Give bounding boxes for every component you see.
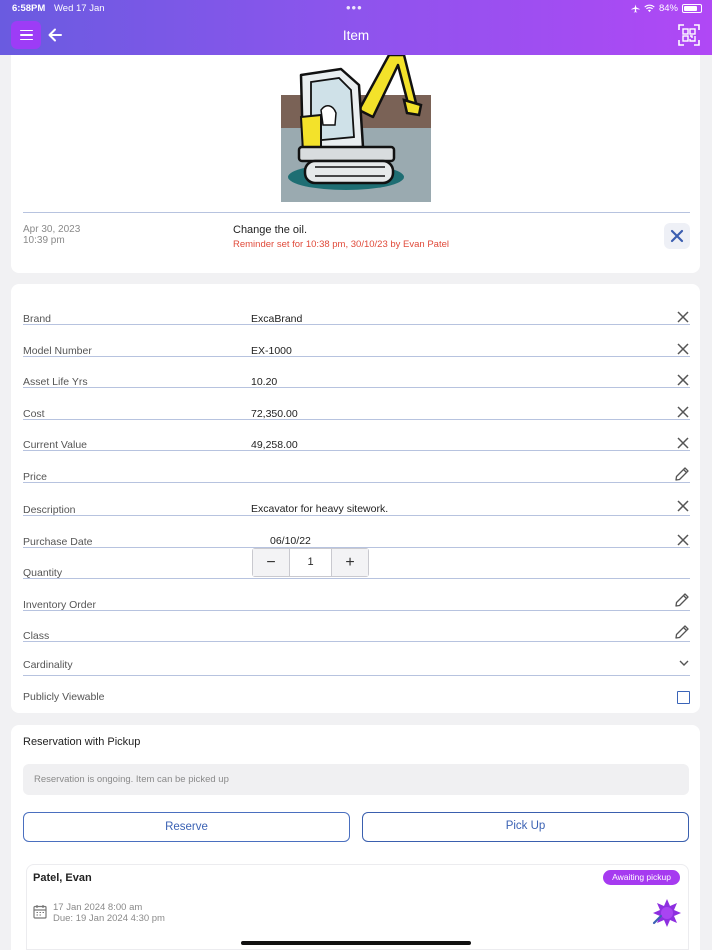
multitasking-dots[interactable]: ••• xyxy=(346,0,363,15)
airplane-icon xyxy=(631,4,640,13)
field-label: Asset Life Yrs xyxy=(23,376,88,388)
field-label: Class xyxy=(23,630,50,642)
battery-icon xyxy=(682,4,702,13)
field-asset-life: Asset Life Yrs 10.20 xyxy=(23,367,690,388)
page-title: Item xyxy=(342,28,370,43)
field-value[interactable]: 06/10/22 xyxy=(270,535,311,547)
status-date: Wed 17 Jan xyxy=(54,3,105,14)
field-label: Inventory Order xyxy=(23,599,96,611)
note-reminder: Reminder set for 10:38 pm, 30/10/23 by E… xyxy=(233,239,449,250)
wifi-icon xyxy=(644,4,655,13)
reservation-dates: 17 Jan 2024 8:00 am Due: 19 Jan 2024 4:3… xyxy=(53,902,165,924)
reservation-name: Patel, Evan xyxy=(33,872,92,884)
field-value[interactable]: 49,258.00 xyxy=(251,439,298,451)
increment-button[interactable]: + xyxy=(332,549,368,576)
reservation-start: 17 Jan 2024 8:00 am xyxy=(53,902,143,913)
field-cost: Cost 72,350.00 xyxy=(23,399,690,420)
publicly-viewable-checkbox[interactable] xyxy=(677,691,690,704)
reserve-button[interactable]: Reserve xyxy=(23,812,350,842)
note-date: Apr 30, 2023 10:39 pm xyxy=(23,224,80,246)
battery-level xyxy=(684,6,698,11)
reservation-due: Due: 19 Jan 2024 4:30 pm xyxy=(53,913,165,924)
note-row: Apr 30, 2023 10:39 pm Change the oil. Re… xyxy=(23,212,690,262)
field-label: Cardinality xyxy=(23,659,73,671)
clear-icon[interactable] xyxy=(676,405,690,419)
field-cardinality[interactable]: Cardinality xyxy=(23,650,690,676)
field-label: Current Value xyxy=(23,439,88,451)
field-inventory-order: Inventory Order xyxy=(23,588,690,611)
clear-icon[interactable] xyxy=(676,310,690,324)
field-publicly-viewable: Publicly Viewable xyxy=(23,684,690,710)
clear-icon[interactable] xyxy=(676,373,690,387)
field-label: Publicly Viewable xyxy=(23,691,105,703)
field-price: Price xyxy=(23,462,690,483)
quantity-stepper[interactable]: − 1 + xyxy=(252,548,369,577)
reservation-card: Reservation with Pickup Reservation is o… xyxy=(11,725,700,950)
field-label: Quantity xyxy=(23,567,63,579)
battery-percent: 84% xyxy=(658,3,678,14)
field-description: Description Excavator for heavy sitework… xyxy=(23,493,690,516)
field-value[interactable]: Excavator for heavy sitework. xyxy=(251,503,388,515)
status-bar: 6:58PM Wed 17 Jan ••• 84% xyxy=(0,0,712,17)
decrement-button[interactable]: − xyxy=(253,549,289,576)
chevron-down-icon[interactable] xyxy=(678,658,690,668)
note-date-day: Apr 30, 2023 xyxy=(23,224,81,235)
item-image-card: Apr 30, 2023 10:39 pm Change the oil. Re… xyxy=(11,55,700,273)
quantity-value[interactable]: 1 xyxy=(289,549,332,576)
item-details-card: Brand ExcaBrand Model Number EX-1000 Ass… xyxy=(11,284,700,713)
pencil-icon[interactable] xyxy=(674,624,690,640)
field-purchase-date: Purchase Date 06/10/22 xyxy=(23,525,690,548)
close-icon xyxy=(670,229,684,243)
field-value[interactable]: 10.20 xyxy=(251,376,277,388)
app-header: 6:58PM Wed 17 Jan ••• 84% Item xyxy=(0,0,712,55)
field-brand: Brand ExcaBrand xyxy=(23,304,690,325)
edit-reservation-icon[interactable] xyxy=(651,897,683,929)
field-model-number: Model Number EX-1000 xyxy=(23,336,690,357)
reservation-entry[interactable]: Patel, Evan Awaiting pickup 17 Jan 2024 … xyxy=(26,864,689,950)
field-class: Class xyxy=(23,620,690,642)
clear-icon[interactable] xyxy=(676,342,690,356)
status-indicators: 84% xyxy=(631,3,702,14)
field-label: Price xyxy=(23,471,47,483)
field-label: Brand xyxy=(23,313,52,325)
scan-barcode-icon[interactable] xyxy=(678,24,700,46)
field-current-value: Current Value 49,258.00 xyxy=(23,430,690,451)
excavator-image[interactable] xyxy=(281,55,431,202)
calendar-icon xyxy=(33,905,47,919)
field-value[interactable]: 72,350.00 xyxy=(251,408,298,420)
clear-icon[interactable] xyxy=(676,533,690,547)
field-label: Purchase Date xyxy=(23,536,93,548)
pencil-icon[interactable] xyxy=(674,466,690,482)
status-badge: Awaiting pickup xyxy=(603,870,680,885)
field-label: Cost xyxy=(23,408,45,420)
status-time: 6:58PM xyxy=(12,3,46,14)
pencil-icon[interactable] xyxy=(674,592,690,608)
field-label: Description xyxy=(23,504,76,516)
field-label: Model Number xyxy=(23,345,92,357)
delete-note-button[interactable] xyxy=(664,223,690,249)
reservation-info: Reservation is ongoing. Item can be pick… xyxy=(23,764,689,795)
pick-up-button[interactable]: Pick Up xyxy=(362,812,689,842)
field-value[interactable]: ExcaBrand xyxy=(251,313,302,325)
field-value[interactable]: EX-1000 xyxy=(251,345,292,357)
note-text: Change the oil. xyxy=(233,224,307,236)
home-indicator xyxy=(241,941,471,945)
reservation-title: Reservation with Pickup xyxy=(23,736,141,748)
clear-icon[interactable] xyxy=(676,499,690,513)
clear-icon[interactable] xyxy=(676,436,690,450)
note-date-time: 10:39 pm xyxy=(23,235,65,246)
